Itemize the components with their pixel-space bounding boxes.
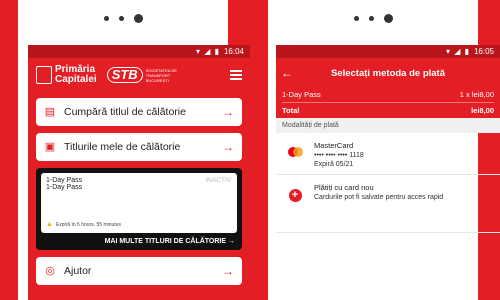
add-icon: +: [288, 189, 302, 202]
arrow-right-icon: →: [222, 105, 234, 119]
card-expiry: Expiră 05/21: [314, 161, 354, 168]
pass-expiry-warning: ▲ Expiră în 5 hours, 55 minutes: [46, 221, 121, 228]
arrow-right-icon: →: [222, 140, 234, 154]
lifebuoy-icon: ◎: [45, 265, 55, 277]
chevron-right-icon: ›: [490, 151, 494, 163]
status-time: 16:05: [473, 47, 494, 56]
app-header: Primăria Capitalei STB SOCIETATEA DE TRAN…: [28, 58, 250, 92]
left-screen: ▾ ◢ ▮ 16:04 Primăria Capitalei STB SOCIETA…: [28, 45, 250, 300]
my-tickets-label: Titlurile mele de călătorie: [64, 141, 181, 153]
back-arrow-icon[interactable]: ←: [276, 66, 298, 80]
total-value: lei8,00: [471, 106, 494, 115]
card-number: •••• •••• •••• 1118: [314, 151, 364, 159]
ticket-icon: ▤: [44, 106, 56, 118]
card-name: MasterCard: [314, 141, 354, 150]
pass-title: 1-Day Pass: [46, 177, 83, 184]
buy-ticket-label: Cumpără titlul de călătorie: [64, 106, 186, 118]
summary-total-row: Total lei8,00: [282, 102, 494, 118]
status-time: 16:04: [223, 47, 244, 56]
right-phone: ▾ ◢ ▮ 16:05 ← Selectați metoda de plată 1…: [268, 0, 500, 300]
payment-method-new-card[interactable]: + Plătiți cu card nou Cardurile pot fi s…: [276, 175, 500, 233]
pass-status-badge: INACTIV: [205, 177, 231, 184]
payment-methods-header: Modalități de plată: [276, 118, 500, 133]
left-phone: ▾ ◢ ▮ 16:04 Primăria Capitalei STB SOCIETA…: [18, 0, 250, 300]
app-header: ← Selectați metoda de plată: [276, 58, 500, 88]
help-label: Ajutor: [64, 265, 92, 277]
stb-logo: STB SOCIETATEA DE TRANSPORT BUCUREȘTI: [106, 67, 188, 83]
summary-item-row: 1-Day Pass 1 x lei8,00: [282, 88, 494, 102]
wallet-icon: ▣: [44, 141, 56, 153]
my-tickets-button[interactable]: ▣ Titlurile mele de călătorie →: [36, 133, 242, 161]
help-button[interactable]: ◎ Ajutor →: [36, 257, 242, 285]
menu-icon[interactable]: [230, 68, 242, 82]
expiry-text: Expiră în 5 hours, 55 minutes: [55, 222, 121, 228]
buy-ticket-button[interactable]: ▤ Cumpără titlul de călătorie →: [36, 98, 242, 126]
page-title: Selectați metoda de plată: [330, 67, 446, 79]
pass-details: 1-Day Pass 1-Day Pass INACTIV ▲ Expiră în…: [41, 173, 237, 233]
new-card-title: Plătiți cu card nou: [314, 183, 374, 192]
stb-mark: STB: [106, 67, 143, 83]
more-tickets-link[interactable]: MAI MULTE TITLURI DE CĂLĂTORIE →: [41, 233, 237, 245]
item-value: 1 x lei8,00: [459, 90, 494, 99]
pass-subtitle: 1-Day Pass: [46, 184, 83, 191]
brand-line2: Capitalei: [55, 74, 97, 85]
more-tickets-label: MAI MULTE TITLURI DE CĂLĂTORIE: [104, 238, 227, 245]
total-label: Total: [282, 106, 300, 115]
payment-method-mastercard[interactable]: MasterCard •••• •••• •••• 1118 Expiră 05…: [276, 133, 500, 175]
status-bar: ▾ ◢ ▮ 16:05: [276, 45, 500, 58]
item-label: 1-Day Pass: [282, 90, 321, 99]
active-pass-card[interactable]: 1-Day Pass 1-Day Pass INACTIV ▲ Expiră în…: [36, 168, 242, 250]
warning-icon: ▲: [46, 221, 53, 228]
phone-speaker: [18, 10, 228, 28]
chevron-right-icon: ›: [490, 193, 494, 205]
order-summary: 1-Day Pass 1 x lei8,00 Total lei8,00: [276, 88, 500, 118]
arrow-right-icon: →: [222, 264, 234, 278]
mastercard-icon: [288, 147, 303, 157]
right-screen: ▾ ◢ ▮ 16:05 ← Selectați metoda de plată 1…: [276, 45, 500, 300]
phone-speaker: [268, 10, 478, 28]
home-content: ▤ Cumpără titlul de călătorie → ▣ Titlur…: [28, 92, 250, 300]
primaria-logo: Primăria Capitalei: [36, 65, 97, 85]
stb-subtitle: SOCIETATEA DE TRANSPORT BUCUREȘTI: [145, 67, 177, 83]
crest-icon: [36, 66, 52, 84]
status-bar: ▾ ◢ ▮ 16:04: [28, 45, 250, 58]
new-card-description: Cardurile pot fi salvate pentru acces ra…: [314, 193, 444, 201]
